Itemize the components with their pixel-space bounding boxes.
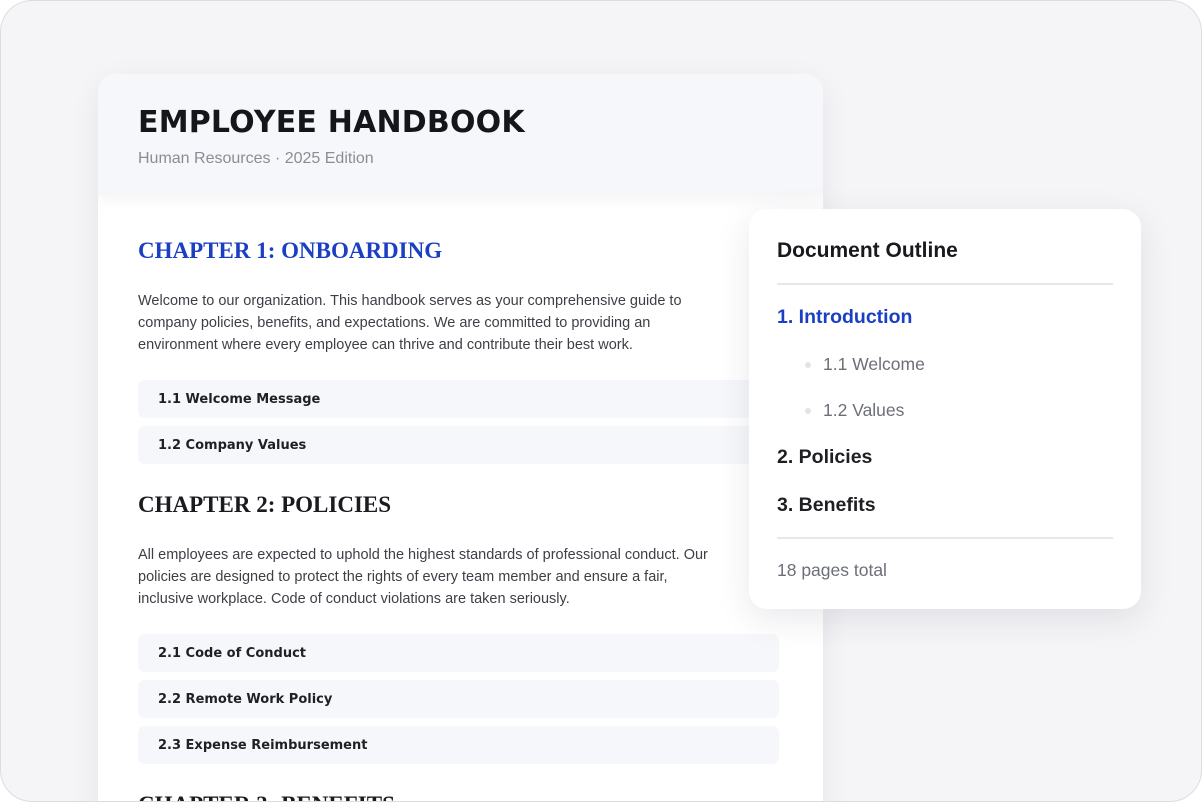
paragraph-line: environment where every employee can thr… <box>138 337 633 353</box>
chapter-heading-policies[interactable]: CHAPTER 2: POLICIES <box>138 491 779 519</box>
outline-item-introduction[interactable]: 1. Introduction <box>777 306 912 329</box>
paragraph-line: policies are designed to protect the rig… <box>138 569 668 585</box>
chapter-paragraph: Welcome to our organization. This handbo… <box>138 290 779 356</box>
document-outline-panel: Document Outline 1. Introduction 1.1 Wel… <box>749 209 1141 609</box>
document-title: EMPLOYEE HANDBOOK <box>138 105 525 140</box>
outline-divider <box>777 283 1113 285</box>
section-welcome-message[interactable]: 1.1 Welcome Message <box>138 380 779 418</box>
section-code-of-conduct[interactable]: 2.1 Code of Conduct <box>138 634 779 672</box>
document-subtitle: Human Resources · 2025 Edition <box>138 150 374 167</box>
outline-item-label: 1.1 Welcome <box>823 354 925 374</box>
chapter-heading-benefits[interactable]: CHAPTER 3: BENEFITS <box>138 791 779 801</box>
paragraph-line: All employees are expected to uphold the… <box>138 547 708 563</box>
bullet-icon <box>805 361 811 368</box>
outline-item-values[interactable]: 1.2 Values <box>805 400 904 421</box>
bullet-icon <box>805 407 811 414</box>
document-body: CHAPTER 1: ONBOARDING Welcome to our org… <box>98 237 823 801</box>
outline-item-welcome[interactable]: 1.1 Welcome <box>805 354 925 375</box>
app-frame: EMPLOYEE HANDBOOK Human Resources · 2025… <box>0 0 1202 802</box>
chapter-paragraph: All employees are expected to uphold the… <box>138 544 779 610</box>
chapter-heading-onboarding[interactable]: CHAPTER 1: ONBOARDING <box>138 237 779 265</box>
paragraph-line: inclusive workplace. Code of conduct vio… <box>138 591 570 607</box>
section-company-values[interactable]: 1.2 Company Values <box>138 426 779 464</box>
outline-item-benefits[interactable]: 3. Benefits <box>777 494 876 517</box>
outline-item-label: 1.2 Values <box>823 400 905 420</box>
document-page: EMPLOYEE HANDBOOK Human Resources · 2025… <box>98 74 823 801</box>
outline-title: Document Outline <box>777 239 958 262</box>
paragraph-line: company policies, benefits, and expectat… <box>138 315 651 331</box>
section-expense-reimbursement[interactable]: 2.3 Expense Reimbursement <box>138 726 779 764</box>
paragraph-line: Welcome to our organization. This handbo… <box>138 293 682 309</box>
outline-item-policies[interactable]: 2. Policies <box>777 446 872 469</box>
document-header: EMPLOYEE HANDBOOK Human Resources · 2025… <box>98 74 823 195</box>
page-count: 18 pages total <box>777 560 887 580</box>
section-remote-work-policy[interactable]: 2.2 Remote Work Policy <box>138 680 779 718</box>
outline-divider <box>777 537 1113 539</box>
